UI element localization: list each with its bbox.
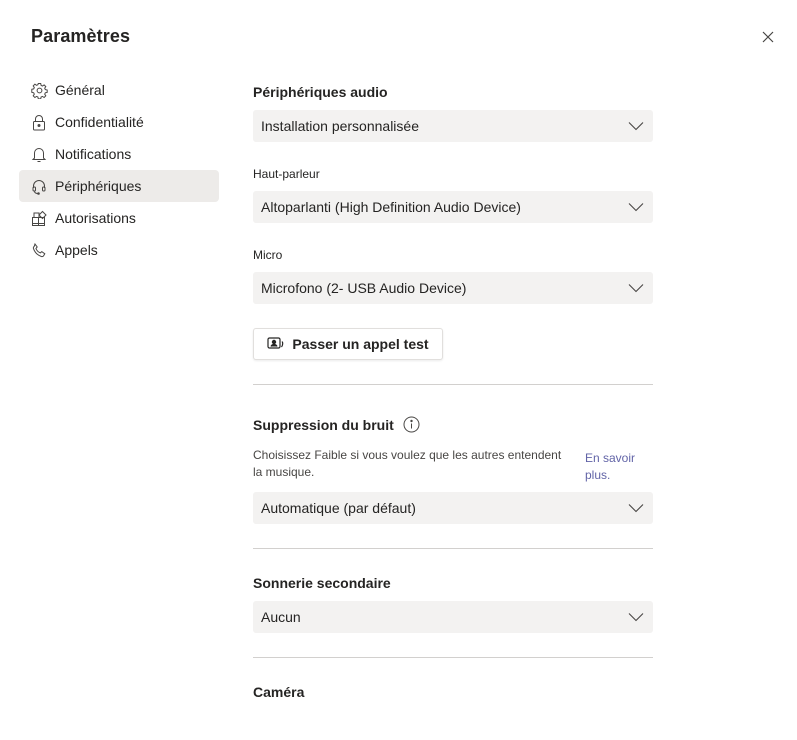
test-call-icon bbox=[267, 337, 285, 351]
close-icon bbox=[762, 31, 774, 43]
microphone-select[interactable]: Microfono (2- USB Audio Device) bbox=[253, 272, 653, 304]
noise-suppression-value: Automatique (par défaut) bbox=[261, 500, 416, 516]
section-divider bbox=[253, 657, 653, 658]
gear-icon bbox=[30, 81, 48, 99]
sidebar-item-label: Général bbox=[55, 82, 105, 98]
section-divider bbox=[253, 384, 653, 385]
audio-device-select[interactable]: Installation personnalisée bbox=[253, 110, 653, 142]
test-call-label: Passer un appel test bbox=[292, 336, 429, 352]
sidebar-item-label: Notifications bbox=[55, 146, 132, 162]
speaker-value: Altoparlanti (High Definition Audio Devi… bbox=[261, 199, 521, 215]
sidebar-item-notifications[interactable]: Notifications bbox=[19, 138, 219, 170]
test-call-button[interactable]: Passer un appel test bbox=[253, 328, 443, 360]
chevron-down-icon bbox=[627, 499, 645, 517]
secondary-ringer-value: Aucun bbox=[261, 609, 301, 625]
sidebar-item-general[interactable]: Général bbox=[19, 74, 219, 106]
settings-dialog: Paramètres Général Confidentialité Notif… bbox=[0, 0, 797, 740]
sidebar-item-privacy[interactable]: Confidentialité bbox=[19, 106, 219, 138]
audio-device-value: Installation personnalisée bbox=[261, 118, 419, 134]
section-divider bbox=[253, 548, 653, 549]
phone-icon bbox=[30, 241, 48, 259]
sidebar-item-label: Confidentialité bbox=[55, 114, 144, 130]
sidebar-item-calls[interactable]: Appels bbox=[19, 234, 219, 266]
apps-icon bbox=[30, 209, 48, 227]
speaker-label: Haut-parleur bbox=[253, 167, 320, 181]
noise-suppression-description: Choisissez Faible si vous voulez que les… bbox=[253, 448, 562, 479]
chevron-down-icon bbox=[627, 279, 645, 297]
dialog-title: Paramètres bbox=[31, 26, 131, 46]
sidebar-item-label: Périphériques bbox=[55, 178, 142, 194]
noise-suppression-title: Suppression du bruit bbox=[253, 416, 394, 433]
chevron-down-icon bbox=[627, 117, 645, 135]
secondary-ringer-select[interactable]: Aucun bbox=[253, 601, 653, 633]
sidebar-item-permissions[interactable]: Autorisations bbox=[19, 202, 219, 234]
noise-suppression-header: Suppression du bruit bbox=[253, 416, 420, 433]
noise-suppression-select[interactable]: Automatique (par défaut) bbox=[253, 492, 653, 524]
learn-more-link[interactable]: En savoir plus. bbox=[585, 450, 645, 484]
secondary-ringer-title: Sonnerie secondaire bbox=[253, 575, 391, 591]
chevron-down-icon bbox=[627, 608, 645, 626]
settings-sidebar: Général Confidentialité Notifications Pé… bbox=[19, 74, 219, 266]
chevron-down-icon bbox=[627, 198, 645, 216]
audio-devices-title: Périphériques audio bbox=[253, 84, 388, 100]
sidebar-item-label: Appels bbox=[55, 242, 98, 258]
lock-icon bbox=[30, 113, 48, 131]
sidebar-item-devices[interactable]: Périphériques bbox=[19, 170, 219, 202]
microphone-value: Microfono (2- USB Audio Device) bbox=[261, 280, 467, 296]
headset-icon bbox=[30, 177, 48, 195]
info-icon[interactable] bbox=[403, 416, 420, 433]
camera-title: Caméra bbox=[253, 684, 305, 700]
sidebar-item-label: Autorisations bbox=[55, 210, 136, 226]
bell-icon bbox=[30, 145, 48, 163]
microphone-label: Micro bbox=[253, 248, 283, 262]
speaker-select[interactable]: Altoparlanti (High Definition Audio Devi… bbox=[253, 191, 653, 223]
close-button[interactable] bbox=[757, 26, 779, 48]
